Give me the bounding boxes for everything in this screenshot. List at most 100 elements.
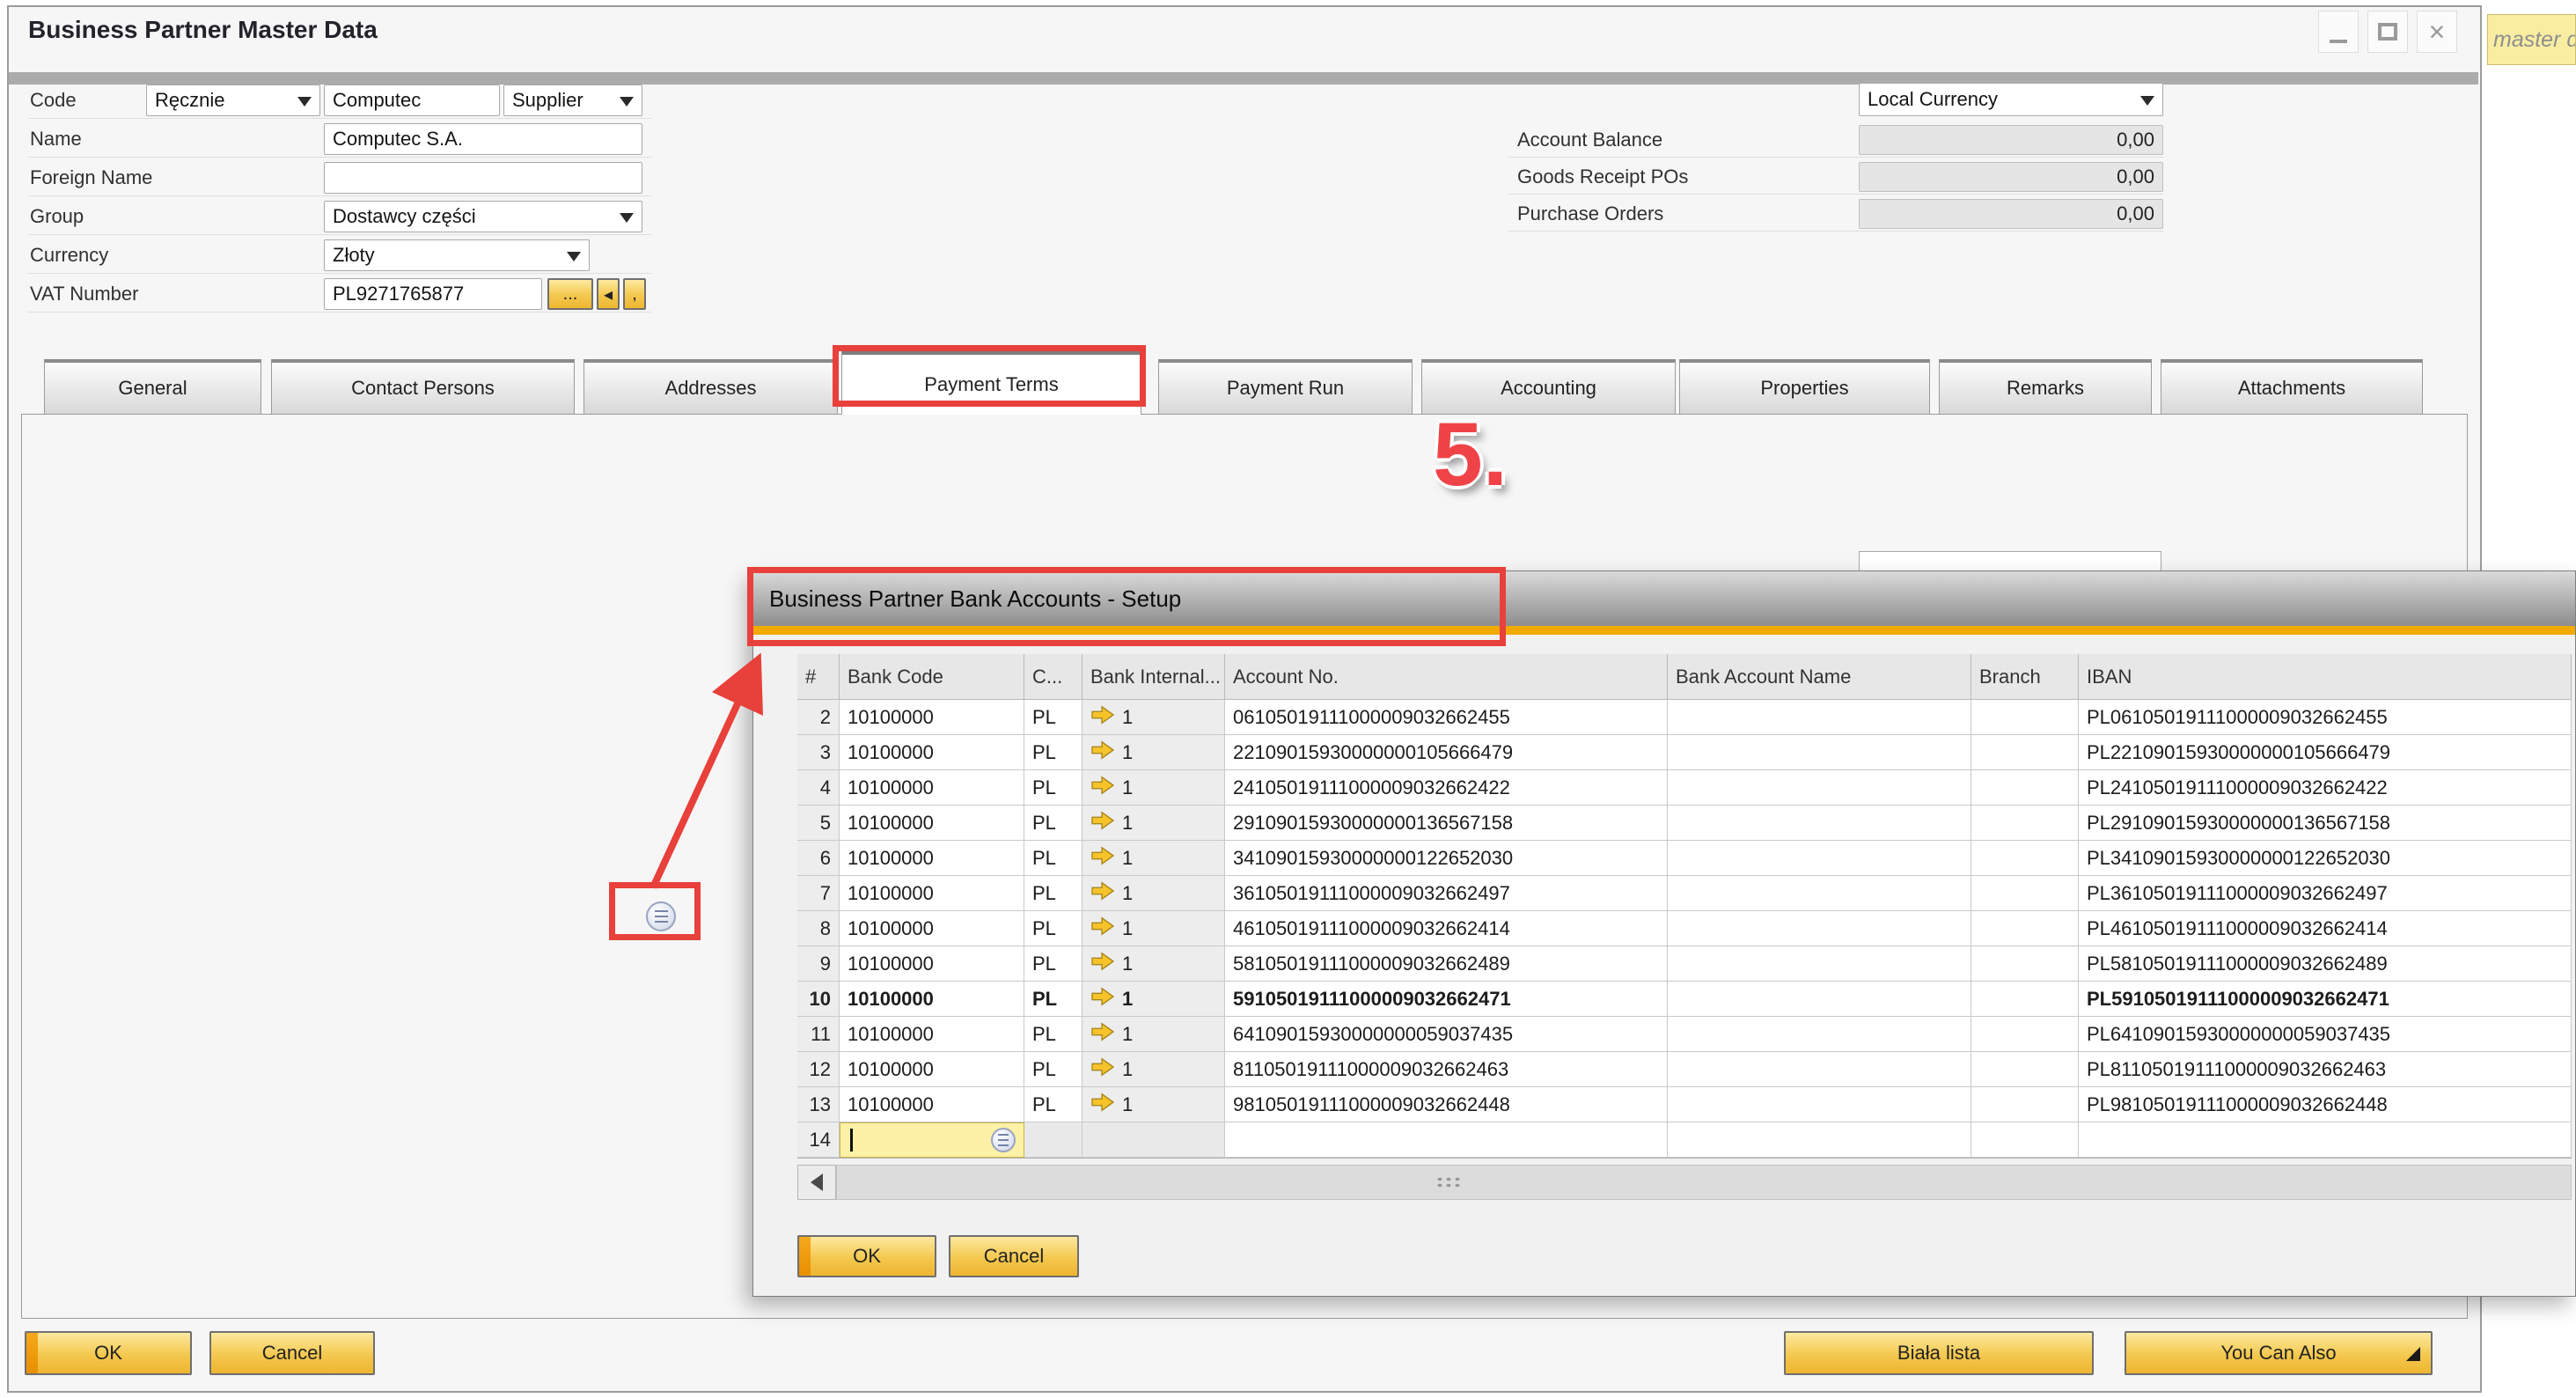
table-cell[interactable] — [1668, 841, 1971, 876]
table-cell[interactable]: PL — [1024, 911, 1083, 946]
display-currency-dropdown[interactable]: Local Currency — [1859, 83, 2163, 116]
maximize-button[interactable] — [2367, 11, 2408, 53]
table-cell[interactable] — [1971, 735, 2079, 770]
table-cell[interactable]: 1 — [1083, 1017, 1225, 1052]
table-cell[interactable]: PL34109015930000000122652030 — [2079, 841, 2572, 876]
table-cell[interactable]: 10100000 — [840, 700, 1024, 735]
table-cell[interactable] — [1668, 876, 1971, 911]
table-cell[interactable]: 36105019111000009032662497 — [1225, 876, 1668, 911]
table-cell[interactable]: 1 — [1083, 735, 1225, 770]
table-cell[interactable] — [1668, 1087, 1971, 1122]
table-cell[interactable]: PL — [1024, 1052, 1083, 1087]
table-cell[interactable]: PL — [1024, 982, 1083, 1017]
table-cell[interactable]: PL46105019111000009032662414 — [2079, 911, 2572, 946]
table-cell[interactable] — [1971, 1017, 2079, 1052]
table-cell[interactable]: PL — [1024, 735, 1083, 770]
table-cell[interactable]: PL06105019111000009032662455 — [2079, 700, 2572, 735]
link-arrow-icon[interactable] — [1090, 739, 1115, 766]
table-cell[interactable] — [1668, 911, 1971, 946]
tab-addresses[interactable]: Addresses — [583, 359, 838, 414]
table-cell[interactable]: 58105019111000009032662489 — [1225, 946, 1668, 982]
table-cell[interactable]: 1 — [1083, 946, 1225, 982]
table-cell[interactable]: 1 — [1083, 700, 1225, 735]
table-cell[interactable]: PL24105019111000009032662422 — [2079, 770, 2572, 806]
table-cell[interactable]: 98105019111000009032662448 — [1225, 1087, 1668, 1122]
table-cell[interactable]: 46105019111000009032662414 — [1225, 911, 1668, 946]
dialog-cancel-button[interactable]: Cancel — [949, 1235, 1079, 1277]
table-cell[interactable]: PL — [1024, 806, 1083, 841]
link-arrow-icon[interactable] — [1090, 986, 1115, 1012]
tab-payment-run[interactable]: Payment Run — [1158, 359, 1413, 414]
table-cell[interactable]: 1 — [1083, 982, 1225, 1017]
table-cell[interactable] — [1668, 1017, 1971, 1052]
you-can-also-button[interactable]: You Can Also — [2125, 1331, 2433, 1375]
table-cell[interactable]: PL64109015930000000059037435 — [2079, 1017, 2572, 1052]
table-cell[interactable]: 64109015930000000059037435 — [1225, 1017, 1668, 1052]
table-cell[interactable]: 10100000 — [840, 1052, 1024, 1087]
table-cell[interactable]: PL81105019111000009032662463 — [2079, 1052, 2572, 1087]
link-arrow-icon[interactable] — [1090, 951, 1115, 977]
table-cell[interactable]: PL58105019111000009032662489 — [2079, 946, 2572, 982]
table-cell[interactable]: PL — [1024, 841, 1083, 876]
table-cell[interactable] — [1225, 1122, 1668, 1158]
minimize-button[interactable] — [2318, 11, 2359, 53]
table-cell[interactable] — [1971, 700, 2079, 735]
table-cell[interactable] — [1971, 911, 2079, 946]
table-cell[interactable] — [1668, 806, 1971, 841]
name-input[interactable]: Computec S.A. — [324, 123, 642, 155]
table-cell[interactable]: PL — [1024, 770, 1083, 806]
choose-from-list-icon[interactable] — [991, 1128, 1016, 1152]
table-cell[interactable] — [840, 1122, 1024, 1158]
table-cell[interactable]: 10100000 — [840, 982, 1024, 1017]
table-cell[interactable]: 24105019111000009032662422 — [1225, 770, 1668, 806]
table-cell[interactable] — [1971, 841, 2079, 876]
cancel-button[interactable]: Cancel — [209, 1331, 375, 1375]
link-arrow-icon[interactable] — [1090, 880, 1115, 907]
table-cell[interactable] — [1971, 806, 2079, 841]
table-cell[interactable]: 1 — [1083, 770, 1225, 806]
table-cell[interactable]: PL — [1024, 946, 1083, 982]
table-cell[interactable] — [1971, 1052, 2079, 1087]
table-cell[interactable]: PL — [1024, 876, 1083, 911]
table-cell[interactable] — [1668, 946, 1971, 982]
tab-contact-persons[interactable]: Contact Persons — [271, 359, 575, 414]
link-arrow-icon[interactable] — [1090, 775, 1115, 801]
table-cell[interactable] — [1971, 1122, 2079, 1158]
table-cell[interactable] — [1024, 1122, 1083, 1158]
table-cell[interactable]: 10100000 — [840, 806, 1024, 841]
table-cell[interactable] — [1971, 1087, 2079, 1122]
tab-remarks[interactable]: Remarks — [1939, 359, 2152, 414]
link-arrow-icon[interactable] — [1090, 1021, 1115, 1048]
link-arrow-icon[interactable] — [1090, 916, 1115, 942]
table-cell[interactable]: PL59105019111000009032662471 — [2079, 982, 2572, 1017]
table-cell[interactable]: 59105019111000009032662471 — [1225, 982, 1668, 1017]
table-cell[interactable] — [1971, 982, 2079, 1017]
table-cell[interactable] — [1668, 700, 1971, 735]
table-cell[interactable]: 1 — [1083, 806, 1225, 841]
table-cell[interactable]: PL — [1024, 1087, 1083, 1122]
link-arrow-icon[interactable] — [1090, 704, 1115, 731]
table-cell[interactable]: 10100000 — [840, 841, 1024, 876]
biala-lista-button[interactable]: Biała lista — [1784, 1331, 2094, 1375]
table-cell[interactable]: 1 — [1083, 876, 1225, 911]
link-arrow-icon[interactable] — [1090, 810, 1115, 836]
table-cell[interactable]: PL — [1024, 1017, 1083, 1052]
table-cell[interactable] — [1971, 770, 2079, 806]
table-cell[interactable]: 10100000 — [840, 946, 1024, 982]
table-cell[interactable]: 29109015930000000136567158 — [1225, 806, 1668, 841]
link-arrow-icon[interactable] — [1090, 845, 1115, 872]
table-cell[interactable]: PL — [1024, 700, 1083, 735]
bp-type-dropdown[interactable]: Supplier — [503, 85, 642, 116]
hscroll-left-button[interactable] — [797, 1165, 836, 1200]
group-dropdown[interactable]: Dostawcy części — [324, 201, 642, 232]
table-cell[interactable] — [1971, 876, 2079, 911]
table-cell[interactable]: 22109015930000000105666479 — [1225, 735, 1668, 770]
table-cell[interactable] — [2079, 1122, 2572, 1158]
table-cell[interactable] — [1083, 1122, 1225, 1158]
table-cell[interactable]: PL22109015930000000105666479 — [2079, 735, 2572, 770]
table-cell[interactable]: 10100000 — [840, 876, 1024, 911]
vat-comma-button[interactable]: , — [623, 278, 646, 310]
vat-browse-button[interactable]: ... — [547, 278, 593, 310]
link-arrow-icon[interactable] — [1090, 1092, 1115, 1118]
vat-expand-button[interactable]: ◂ — [597, 278, 620, 310]
